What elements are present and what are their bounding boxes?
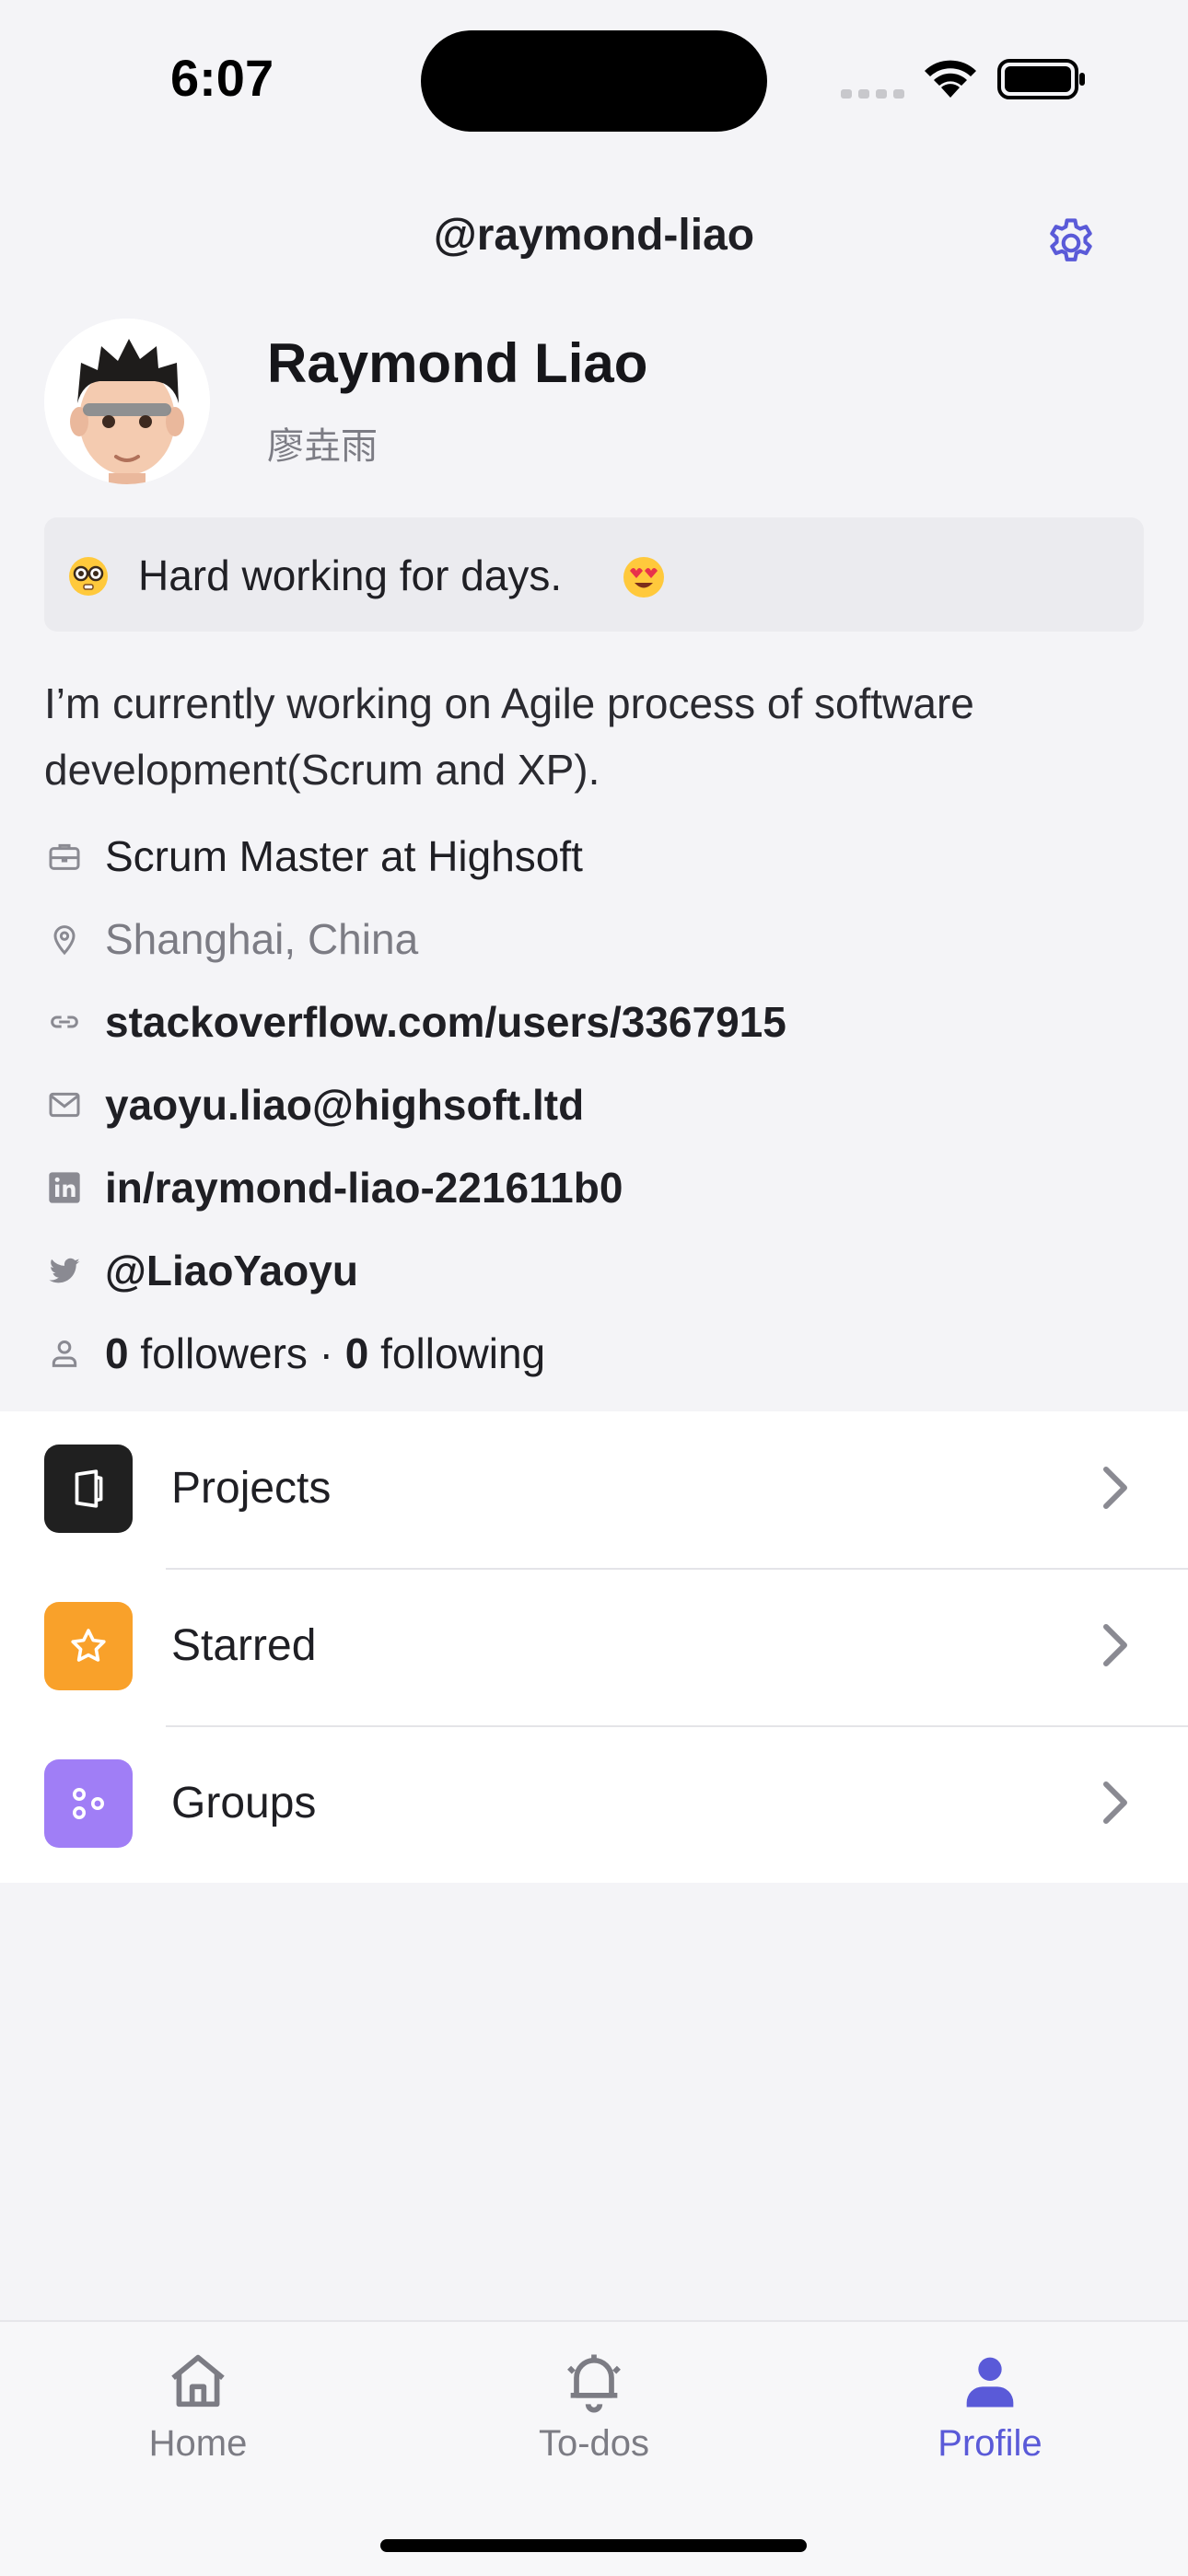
tab-label-todos: To-dos — [538, 2423, 650, 2464]
chevron-right-icon — [1103, 1624, 1127, 1666]
dynamic-island — [421, 30, 767, 132]
link-icon — [44, 1002, 85, 1042]
location-row: Shanghai, China — [44, 907, 418, 971]
website-row[interactable]: stackoverflow.com/users/3367915 — [44, 990, 786, 1054]
email-link[interactable]: yaoyu.liao@highsoft.ltd — [105, 1080, 584, 1130]
profile-username: @raymond-liao — [433, 211, 755, 260]
followers-row[interactable]: 0 followers · 0 following — [44, 1321, 545, 1386]
twitter-link[interactable]: @LiaoYaoyu — [105, 1246, 358, 1295]
bell-icon — [567, 2354, 621, 2413]
person-icon — [966, 2357, 1014, 2408]
mail-icon — [44, 1085, 85, 1125]
tab-home[interactable]: Home — [87, 2346, 309, 2465]
tab-todos[interactable]: To-dos — [483, 2346, 705, 2465]
star-icon — [44, 1602, 133, 1690]
projects-icon — [44, 1445, 133, 1533]
profile-name: Raymond Liao — [267, 332, 648, 394]
home-indicator[interactable] — [380, 2539, 807, 2552]
email-row[interactable]: yaoyu.liao@highsoft.ltd — [44, 1073, 584, 1137]
menu-item-starred[interactable]: Starred — [0, 1569, 1188, 1725]
location-text: Shanghai, China — [105, 915, 419, 963]
following-label[interactable]: following — [380, 1329, 545, 1377]
followers-label[interactable]: followers · — [140, 1329, 333, 1377]
status-time: 6:07 — [170, 49, 274, 107]
menu-item-projects[interactable]: Projects — [0, 1411, 1188, 1568]
tab-label-home: Home — [148, 2423, 248, 2464]
cellular-signal-icon — [841, 89, 904, 99]
tab-profile[interactable]: Profile — [879, 2346, 1101, 2465]
heart-eyes-emoji-icon — [623, 557, 664, 598]
menu-label-projects: Projects — [171, 1464, 332, 1513]
nerd-face-emoji-icon — [69, 557, 108, 596]
linkedin-row[interactable]: in/raymond-liao-221611b0 — [44, 1155, 623, 1220]
wifi-icon — [925, 60, 976, 98]
following-count[interactable]: 0 — [345, 1329, 369, 1377]
battery-icon — [997, 59, 1085, 99]
job-text: Scrum Master at Highsoft — [105, 832, 583, 880]
job-row: Scrum Master at Highsoft — [44, 824, 583, 888]
avatar[interactable] — [44, 319, 210, 484]
profile-alias: 廖垚雨 — [267, 426, 378, 467]
chevron-right-icon — [1103, 1467, 1127, 1509]
twitter-bird-icon — [44, 1250, 85, 1291]
menu-item-groups[interactable]: Groups — [0, 1726, 1188, 1883]
website-link[interactable]: stackoverflow.com/users/3367915 — [105, 997, 786, 1047]
menu-label-groups: Groups — [171, 1779, 317, 1828]
briefcase-icon — [44, 836, 85, 876]
groups-icon — [44, 1759, 133, 1848]
location-pin-icon — [44, 919, 85, 959]
twitter-row[interactable]: @LiaoYaoyu — [44, 1238, 358, 1303]
profile-bio: I’m currently working on Agile process o… — [44, 679, 974, 794]
home-icon — [171, 2354, 225, 2408]
person-outline-icon — [44, 1333, 85, 1374]
menu-label-starred: Starred — [171, 1621, 317, 1670]
gear-icon[interactable] — [1042, 215, 1100, 272]
linkedin-link[interactable]: in/raymond-liao-221611b0 — [105, 1163, 623, 1213]
profile-menu-list: Projects Starred Groups — [0, 1411, 1188, 1883]
linkedin-icon — [44, 1167, 85, 1208]
followers-count[interactable]: 0 — [105, 1329, 129, 1377]
chevron-right-icon — [1103, 1781, 1127, 1824]
tab-label-profile: Profile — [938, 2423, 1042, 2464]
status-text: Hard working for days. — [138, 551, 563, 599]
avatar-memoji-image — [44, 319, 210, 484]
